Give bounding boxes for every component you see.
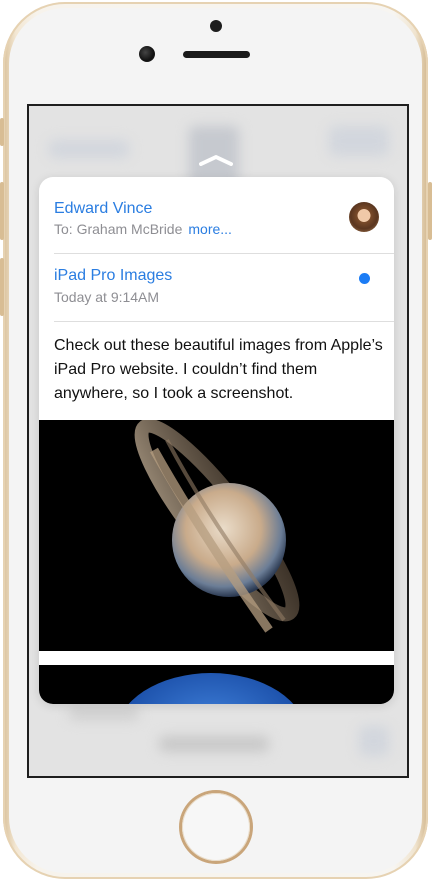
email-body: Check out these beautiful images from Ap… bbox=[54, 337, 383, 402]
saturn-illustration bbox=[134, 418, 300, 633]
email-preview-card[interactable]: Edward Vince To: Graham McBride more... i… bbox=[39, 177, 394, 704]
power-button bbox=[428, 182, 432, 240]
blurred-background bbox=[359, 726, 389, 756]
recipient-label: To: Graham McBride bbox=[54, 221, 183, 237]
earpiece-speaker bbox=[183, 51, 250, 58]
recipient-row: To: Graham McBride more... bbox=[54, 221, 232, 237]
front-camera-icon bbox=[210, 20, 222, 32]
sender-name[interactable]: Edward Vince bbox=[54, 200, 152, 218]
blurred-background bbox=[49, 140, 129, 158]
email-subject: iPad Pro Images bbox=[54, 267, 173, 284]
blurred-background bbox=[159, 736, 269, 752]
header-divider bbox=[54, 253, 394, 254]
volume-down-button bbox=[0, 258, 4, 316]
blurred-background bbox=[329, 126, 389, 156]
mute-switch bbox=[0, 118, 4, 146]
unread-dot-icon bbox=[359, 273, 370, 284]
image-spacer bbox=[39, 651, 394, 665]
volume-up-button bbox=[0, 182, 4, 240]
home-button[interactable] bbox=[182, 793, 250, 861]
email-timestamp: Today at 9:14AM bbox=[54, 289, 160, 305]
blurred-background bbox=[69, 706, 139, 720]
more-recipients-link[interactable]: more... bbox=[188, 221, 232, 237]
chevron-up-icon[interactable] bbox=[199, 154, 233, 166]
subject-divider bbox=[54, 321, 394, 322]
camera-lens-icon bbox=[139, 46, 155, 62]
neptune-illustration bbox=[128, 673, 294, 704]
saturn-image[interactable] bbox=[39, 418, 394, 651]
phone-screen: Edward Vince To: Graham McBride more... i… bbox=[27, 104, 409, 778]
sender-avatar bbox=[349, 202, 379, 232]
neptune-image[interactable] bbox=[39, 665, 394, 704]
